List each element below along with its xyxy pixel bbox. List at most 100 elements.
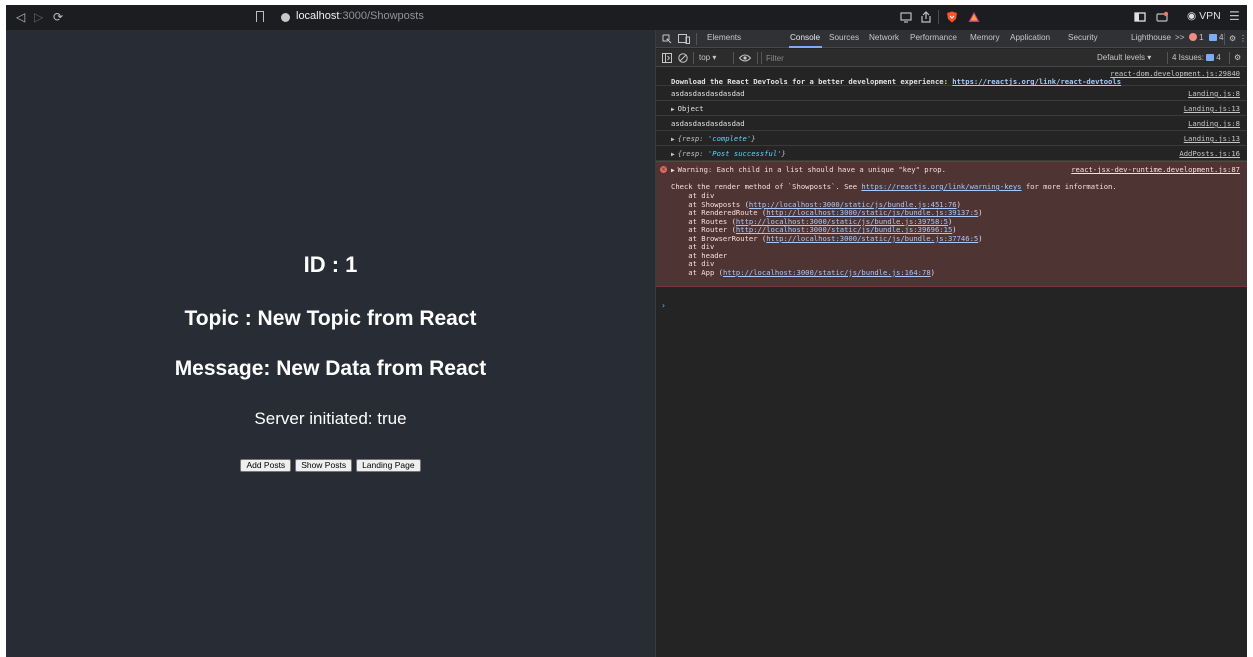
log-object[interactable]: ▶ {resp: 'Post successful'}: [671, 149, 786, 158]
sidebar-toggle-icon[interactable]: [662, 53, 672, 63]
address-bar[interactable]: localhost:3000/Showposts: [296, 10, 424, 22]
post-id: ID : 1: [303, 252, 358, 277]
stack-frame-text: ): [978, 233, 983, 243]
source-link[interactable]: Landing.js:8: [1188, 89, 1240, 98]
page-content: ID : 1 Topic : New Topic from React Mess…: [6, 30, 655, 657]
browser-window: ◁ ▷ ⟳ localhost:3000/Showposts ◉ VPN ☰ I…: [6, 5, 1247, 657]
source-link[interactable]: Landing.js:13: [1184, 104, 1240, 113]
toolbar-divider: [1167, 52, 1168, 64]
log-text: asdasdasdasdasdad: [671, 119, 745, 128]
context-label: top: [699, 53, 711, 62]
info-icon: [1209, 34, 1217, 41]
post-server-initiated: Server initiated: true: [254, 409, 407, 428]
object-brace: }: [751, 134, 756, 143]
console-settings-icon[interactable]: ⚙: [1234, 53, 1241, 62]
tab-console[interactable]: Console: [790, 33, 820, 42]
console-message[interactable]: ▶ Object Landing.js:13: [656, 101, 1247, 116]
message-text: Download the React DevTools for a better…: [671, 77, 953, 86]
tab-security[interactable]: Security: [1068, 33, 1098, 42]
log-object[interactable]: ▶ {resp: 'complete'}: [671, 134, 756, 143]
tab-divider: [1224, 33, 1225, 45]
toolbar-divider: [733, 52, 734, 64]
log-levels-label: Default levels: [1097, 53, 1146, 62]
error-counter[interactable]: 1: [1189, 33, 1204, 42]
warning-check-line: Check the render method of `Showposts`. …: [671, 182, 1117, 191]
add-posts-button[interactable]: Add Posts: [240, 459, 292, 472]
devtools-panel: Elements Console Sources Network Perform…: [655, 30, 1247, 657]
device-toolbar-icon[interactable]: [678, 34, 690, 44]
kebab-menu-icon[interactable]: ⋮: [1239, 33, 1247, 43]
expand-triangle-icon[interactable]: ▶: [671, 167, 675, 174]
tab-performance[interactable]: Performance: [910, 33, 957, 42]
console-prompt[interactable]: ›: [661, 301, 666, 310]
console-filter-input[interactable]: [761, 52, 1041, 64]
post-topic: Topic : New Topic from React: [184, 307, 477, 330]
tab-application[interactable]: Application: [1010, 33, 1050, 42]
caret-down-icon: ▾: [1147, 53, 1152, 62]
source-link[interactable]: react-dom.development.js:29840: [1110, 69, 1240, 78]
console-toolbar: top ▾ Default levels ▾ 4 Issues: 4 ⚙: [656, 49, 1247, 67]
live-expression-eye-icon[interactable]: [739, 54, 751, 62]
console-message[interactable]: ▶ {resp: 'complete'} Landing.js:13: [656, 131, 1247, 146]
tab-lighthouse[interactable]: Lighthouse: [1131, 33, 1171, 42]
log-levels-dropdown[interactable]: Default levels ▾: [1097, 53, 1151, 62]
warning-header[interactable]: ▶ Warning: Each child in a list should ha…: [671, 165, 946, 174]
warning-text: Warning: Each child in a list should hav…: [677, 165, 946, 174]
console-message: asdasdasdasdasdad Landing.js:8: [656, 86, 1247, 101]
log-object[interactable]: ▶ Object: [671, 104, 704, 113]
forward-icon[interactable]: ▷: [34, 9, 43, 25]
source-link[interactable]: Landing.js:8: [1188, 119, 1240, 128]
tab-sources[interactable]: Sources: [829, 33, 859, 42]
toolbar-divider: [693, 52, 694, 64]
expand-triangle-icon[interactable]: ▶: [671, 106, 675, 113]
source-link[interactable]: Landing.js:13: [1184, 134, 1240, 143]
issues-button[interactable]: 4 Issues: 4: [1172, 53, 1221, 62]
issues-icon: [1206, 54, 1215, 61]
console-message[interactable]: ▶ {resp: 'Post successful'} AddPosts.js:1…: [656, 146, 1247, 161]
inspect-element-icon[interactable]: [662, 34, 672, 44]
wallet-icon[interactable]: [1156, 11, 1168, 23]
expand-triangle-icon[interactable]: ▶: [671, 136, 675, 143]
menu-icon[interactable]: ☰: [1229, 8, 1240, 24]
brave-shield-icon[interactable]: [946, 11, 958, 23]
settings-icon[interactable]: ⚙: [1229, 33, 1236, 43]
landing-page-button[interactable]: Landing Page: [356, 459, 421, 472]
object-key: {resp:: [677, 149, 708, 158]
show-posts-button[interactable]: Show Posts: [295, 459, 353, 472]
brave-rewards-icon[interactable]: [968, 11, 980, 23]
stack-frame-text: ): [930, 267, 935, 277]
error-count: 1: [1199, 33, 1204, 42]
info-counter[interactable]: 4: [1209, 33, 1224, 42]
site-info-icon[interactable]: [281, 13, 290, 22]
cast-icon[interactable]: [900, 11, 912, 23]
source-link[interactable]: react-jsx-dev-runtime.development.js:87: [1071, 165, 1240, 174]
clear-console-icon[interactable]: [678, 53, 688, 63]
url-path: :3000/Showposts: [339, 10, 424, 22]
browser-toolbar: ◁ ▷ ⟳ localhost:3000/Showposts ◉ VPN ☰: [6, 5, 1247, 30]
error-icon: [1189, 33, 1197, 41]
stack-frame-text: at App (: [671, 267, 723, 277]
tab-memory[interactable]: Memory: [970, 33, 1000, 42]
stack-frame-link[interactable]: http://localhost:3000/static/js/bundle.j…: [766, 234, 978, 243]
vpn-button[interactable]: ◉ VPN: [1187, 10, 1221, 22]
sidebar-icon[interactable]: [1134, 11, 1146, 23]
expand-triangle-icon[interactable]: ▶: [671, 151, 675, 158]
url-host: localhost: [296, 10, 340, 22]
console-error: × ▶ Warning: Each child in a list should …: [656, 161, 1247, 287]
context-selector[interactable]: top ▾: [699, 53, 716, 62]
react-devtools-link[interactable]: https://reactjs.org/link/react-devtools: [952, 77, 1121, 86]
tab-elements[interactable]: Elements: [707, 33, 741, 42]
source-link[interactable]: AddPosts.js:16: [1179, 149, 1240, 158]
info-count: 4: [1219, 33, 1224, 42]
stack-frame-link[interactable]: http://localhost:3000/static/js/bundle.j…: [723, 268, 931, 277]
log-text: asdasdasdasdasdad: [671, 89, 745, 98]
tab-network[interactable]: Network: [869, 33, 899, 42]
share-icon[interactable]: [920, 11, 932, 23]
reload-icon[interactable]: ⟳: [53, 9, 63, 25]
warning-keys-link[interactable]: https://reactjs.org/link/warning-keys: [861, 182, 1021, 191]
bookmark-icon[interactable]: [256, 11, 264, 22]
back-icon[interactable]: ◁: [16, 9, 25, 25]
console-message: asdasdasdasdasdad Landing.js:8: [656, 116, 1247, 131]
more-tabs-icon[interactable]: >>: [1175, 33, 1185, 42]
caret-down-icon: ▾: [712, 53, 717, 62]
